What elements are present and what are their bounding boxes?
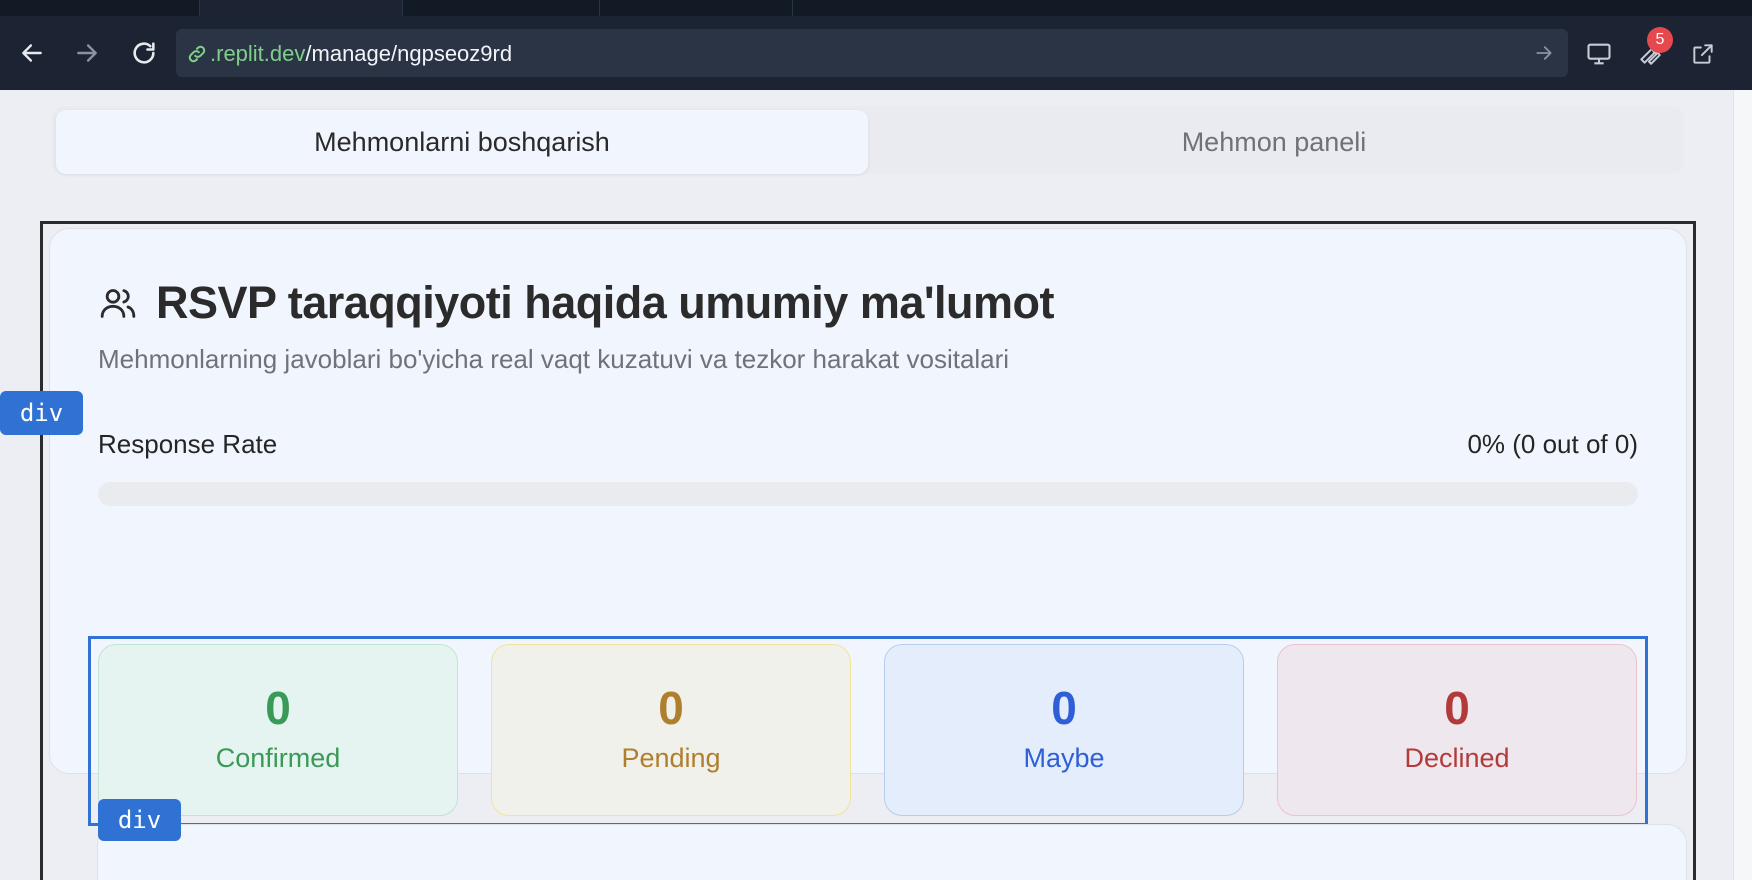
browser-tab[interactable] <box>600 0 793 16</box>
response-rate-progress <box>98 482 1638 506</box>
devtools-element-tag: div <box>98 799 181 841</box>
page-content: Mehmonlarni boshqarish Mehmon paneli RSV… <box>0 90 1733 880</box>
forward-button[interactable] <box>70 36 104 70</box>
url-host: .replit.dev <box>210 41 306 66</box>
browser-tabstrip <box>0 0 1752 16</box>
stat-value: 0 <box>265 682 291 734</box>
arrow-left-icon <box>22 44 42 62</box>
reload-button[interactable] <box>127 36 161 70</box>
card-header: RSVP taraqqiyoti haqida umumiy ma'lumot <box>98 277 1055 329</box>
stat-card-confirmed: 0 Confirmed <box>98 644 458 816</box>
external-link-icon <box>1693 44 1713 64</box>
open-new-tab-button[interactable] <box>1685 36 1721 72</box>
stat-label: Maybe <box>1023 743 1105 773</box>
devtools-element-tag: div <box>0 391 83 435</box>
browser-tab-active[interactable] <box>200 0 403 16</box>
tab-guest-management[interactable]: Mehmonlarni boshqarish <box>56 110 868 174</box>
users-icon <box>100 289 136 318</box>
url-path: /manage/ngpseoz9rd <box>305 41 513 66</box>
stat-card-maybe: 0 Maybe <box>884 644 1244 816</box>
browser-tab[interactable] <box>0 0 200 16</box>
stat-value: 0 <box>1051 682 1077 734</box>
stat-card-pending: 0 Pending <box>491 644 851 816</box>
address-bar[interactable]: .replit.dev/manage/ngpseoz9rd <box>176 29 1568 77</box>
page-scrollbar[interactable] <box>1733 90 1752 880</box>
link-icon <box>188 45 206 63</box>
back-button[interactable] <box>15 36 49 70</box>
response-rate-value: 0% (0 out of 0) <box>1467 429 1638 459</box>
stat-card-declined: 0 Declined <box>1277 644 1637 816</box>
stat-label: Declined <box>1404 743 1510 773</box>
notification-badge: 5 <box>1647 27 1673 53</box>
card-subtitle: Mehmonlarning javoblari bo'yicha real va… <box>98 344 1010 374</box>
browser-tab[interactable] <box>403 0 600 16</box>
card-title: RSVP taraqqiyoti haqida umumiy ma'lumot <box>156 277 1055 328</box>
arrow-right-icon <box>77 44 97 62</box>
browser-toolbar: .replit.dev/manage/ngpseoz9rd <box>0 16 1752 90</box>
stat-label: Confirmed <box>215 743 341 773</box>
monitor-icon <box>1587 43 1611 65</box>
next-card <box>97 824 1687 880</box>
stat-value: 0 <box>658 682 684 734</box>
stat-label: Pending <box>621 743 721 773</box>
reload-icon <box>133 42 155 64</box>
tab-guest-panel[interactable]: Mehmon paneli <box>868 110 1680 174</box>
response-rate-label: Response Rate <box>98 429 278 459</box>
view-tabs: Mehmonlarni boshqarish Mehmon paneli <box>52 106 1684 174</box>
stat-value: 0 <box>1444 682 1470 734</box>
go-arrow-icon[interactable] <box>1534 43 1554 63</box>
devices-button[interactable] <box>1581 36 1617 72</box>
address-url[interactable]: .replit.dev/manage/ngpseoz9rd <box>210 41 512 67</box>
